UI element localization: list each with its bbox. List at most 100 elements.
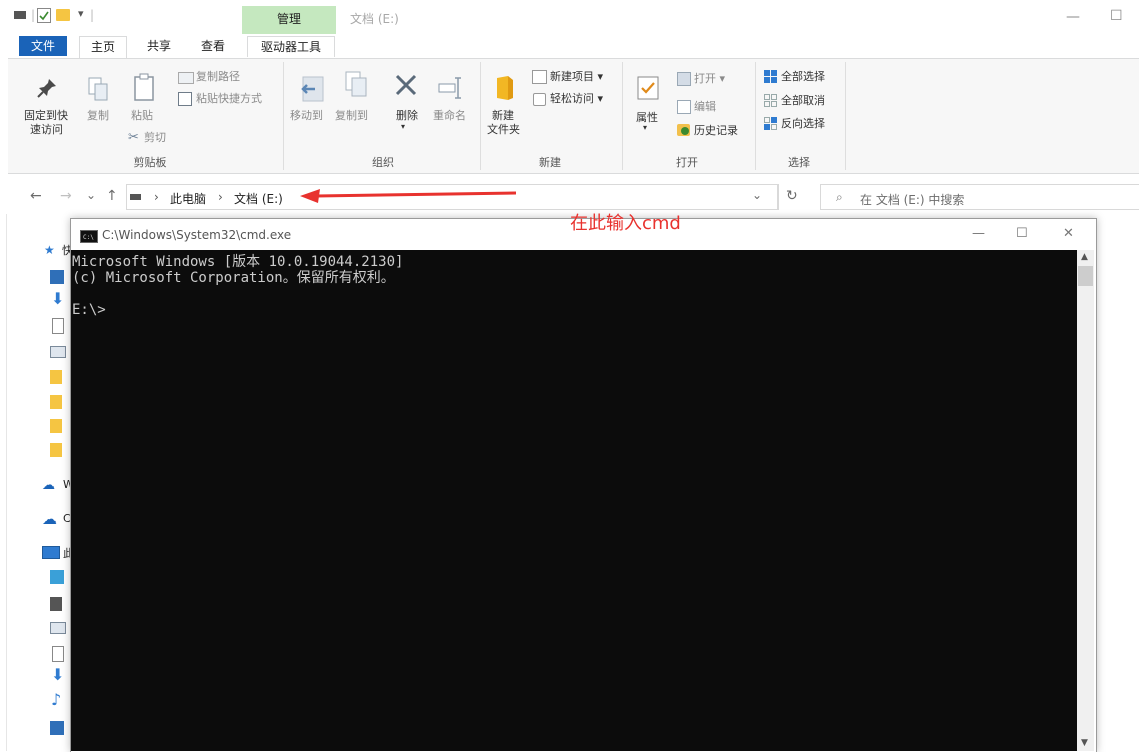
copy-path-icon <box>178 72 194 84</box>
copy-button[interactable]: 复制 <box>87 109 109 123</box>
open-button[interactable]: 打开 ▾ <box>694 72 725 86</box>
delete-x-icon <box>393 72 419 101</box>
recent-locations-button[interactable]: ⌄ <box>86 188 96 202</box>
scroll-up-icon[interactable]: ▲ <box>1081 252 1088 262</box>
breadcrumb-separator[interactable]: › <box>218 190 223 204</box>
forward-button[interactable]: → <box>60 188 72 204</box>
breadcrumb-drive-e[interactable]: 文档 (E:) <box>234 190 283 207</box>
new-item-button[interactable]: 新建项目 ▾ <box>550 70 603 84</box>
delete-dropdown-icon[interactable]: ▾ <box>401 122 405 131</box>
cmd-prompt[interactable]: E:\> <box>72 302 106 318</box>
tab-view[interactable]: 查看 <box>193 36 233 56</box>
cmd-output-line: Microsoft Windows [版本 10.0.19044.2130] <box>72 254 404 270</box>
refresh-button[interactable]: ↻ <box>786 188 798 204</box>
folder-icon[interactable] <box>50 443 62 457</box>
pin-label-line1: 固定到快 <box>24 109 68 122</box>
tab-file[interactable]: 文件 <box>19 36 67 56</box>
cmd-scrollbar-thumb[interactable] <box>1078 266 1093 286</box>
desktop-icon[interactable] <box>50 270 64 284</box>
cmd-close-button[interactable]: ✕ <box>1063 226 1074 241</box>
3d-objects-icon[interactable] <box>50 570 64 584</box>
paste-shortcut-icon <box>178 92 192 106</box>
open-icon <box>677 72 691 86</box>
scroll-down-icon[interactable]: ▼ <box>1081 738 1088 748</box>
qat-dropdown-icon[interactable]: ▾ <box>78 7 84 20</box>
breadcrumb-separator[interactable]: › <box>154 190 159 204</box>
window-title: 文档 (E:) <box>350 12 399 26</box>
group-divider <box>845 62 846 170</box>
history-button[interactable]: 历史记录 <box>694 124 738 138</box>
qat-divider: | <box>31 8 36 22</box>
quick-access-star-icon[interactable]: ★ <box>44 243 55 257</box>
copy-to-icon <box>342 70 370 105</box>
up-button[interactable]: ↑ <box>106 188 118 204</box>
move-to-icon <box>297 74 327 107</box>
folder-icon[interactable] <box>50 419 62 433</box>
tab-share[interactable]: 共享 <box>139 36 179 56</box>
properties-dropdown-icon[interactable]: ▾ <box>643 123 647 132</box>
cmd-maximize-button[interactable]: ☐ <box>1016 226 1028 241</box>
paste-shortcut-button[interactable]: 粘贴快捷方式 <box>196 92 262 106</box>
delete-button[interactable]: 删除 <box>396 109 418 123</box>
new-folder-icon <box>494 74 516 105</box>
document-icon[interactable] <box>52 318 64 334</box>
drive-icon[interactable] <box>14 11 26 19</box>
invert-selection-button[interactable]: 反向选择 <box>781 117 825 131</box>
cmd-scrollbar[interactable] <box>1077 250 1094 751</box>
search-icon: ⌕ <box>836 190 843 204</box>
edit-icon <box>677 100 691 114</box>
invert-selection-icon <box>764 117 777 130</box>
cut-button[interactable]: 剪切 <box>144 131 166 145</box>
divider <box>778 184 779 210</box>
new-folder-line2: 文件夹 <box>487 123 520 136</box>
copy-to-button[interactable]: 复制到 <box>335 109 368 123</box>
minimize-button[interactable]: — <box>1066 9 1080 25</box>
new-folder-button[interactable]: 新建 文件夹 <box>487 109 520 137</box>
cmd-console[interactable] <box>71 250 1077 751</box>
nav-pane-border <box>6 214 7 751</box>
pin-label-line2: 速访问 <box>30 123 63 136</box>
music-icon[interactable]: ♪ <box>51 690 61 709</box>
onedrive-people-icon[interactable]: ☁ <box>42 478 55 493</box>
select-none-button[interactable]: 全部取消 <box>781 94 825 108</box>
folder-icon[interactable] <box>50 370 62 384</box>
rename-button[interactable]: 重命名 <box>433 109 466 123</box>
rename-icon <box>437 74 463 103</box>
pictures-icon[interactable] <box>50 622 66 634</box>
tab-home[interactable]: 主页 <box>79 36 127 58</box>
properties-check-icon[interactable] <box>37 8 51 23</box>
tab-drive-tools[interactable]: 驱动器工具 <box>247 36 335 57</box>
folder-icon[interactable] <box>50 395 62 409</box>
ribbon-tab-bar: 文件 主页 共享 查看 驱动器工具 <box>0 34 1139 58</box>
cmd-app-icon: C:\ <box>80 230 98 243</box>
downloads-icon[interactable]: ⬇ <box>51 665 64 684</box>
easy-access-button[interactable]: 轻松访问 ▾ <box>550 92 603 106</box>
new-folder-line1: 新建 <box>492 109 514 122</box>
address-dropdown-button[interactable]: ⌄ <box>752 188 762 202</box>
edit-button[interactable]: 编辑 <box>694 100 716 114</box>
video-icon[interactable] <box>50 597 62 611</box>
group-label-clipboard: 剪贴板 <box>133 156 167 169</box>
drive-icon[interactable] <box>50 346 66 358</box>
pin-quick-access-button[interactable]: 固定到快 速访问 <box>24 109 68 137</box>
move-to-button[interactable]: 移动到 <box>290 109 323 123</box>
copy-path-button[interactable]: 复制路径 <box>196 70 240 84</box>
breadcrumb-this-pc[interactable]: 此电脑 <box>170 190 206 207</box>
back-button[interactable]: ← <box>30 188 42 204</box>
downloads-icon[interactable]: ⬇ <box>51 289 64 308</box>
cmd-minimize-button[interactable]: — <box>972 226 985 241</box>
select-all-button[interactable]: 全部选择 <box>781 70 825 84</box>
scissors-icon: ✂ <box>128 130 139 145</box>
paste-button[interactable]: 粘贴 <box>131 109 153 123</box>
desktop-icon[interactable] <box>50 721 64 735</box>
group-label-open: 打开 <box>676 156 698 169</box>
this-pc-icon[interactable] <box>42 546 60 559</box>
select-none-icon <box>764 94 777 107</box>
maximize-button[interactable]: ☐ <box>1110 8 1123 24</box>
onedrive-cloud-icon[interactable]: ☁ <box>42 510 57 528</box>
document-icon[interactable] <box>52 646 64 662</box>
easy-access-icon <box>533 93 546 106</box>
copy-icon <box>87 76 109 105</box>
drive-icon <box>130 194 141 200</box>
new-folder-icon[interactable] <box>56 9 70 21</box>
